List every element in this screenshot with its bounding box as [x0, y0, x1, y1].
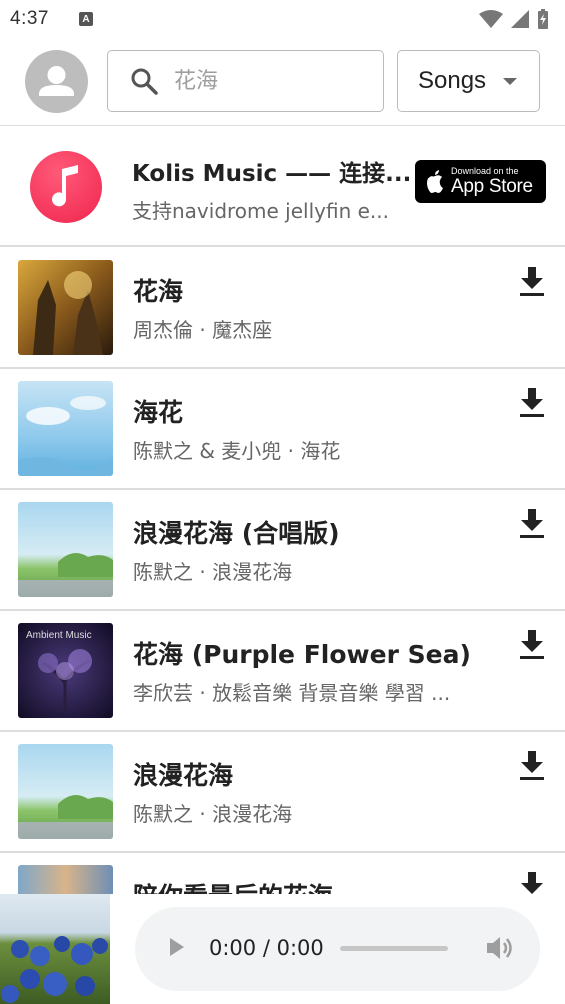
download-icon[interactable] [519, 388, 545, 418]
song-subtitle: 陈默之 · 浪漫花海 [133, 802, 293, 826]
song-title: 陪你看最后的花海 [133, 877, 333, 894]
wifi-icon [479, 10, 503, 28]
filter-select-value: Songs [418, 67, 487, 94]
search-icon [131, 68, 158, 95]
music-note-icon [52, 165, 78, 207]
app-store-big: App Store [451, 176, 533, 197]
bottom-player: 0:00 / 0:00 [0, 894, 565, 1004]
player-time: 0:00 / 0:00 [209, 936, 324, 960]
notification-icon: A [78, 12, 93, 26]
song-title: 花海 [133, 277, 184, 306]
app-icon [30, 151, 102, 223]
promo-banner[interactable]: Kolis Music —— 连接... 支持navidrome jellyfi… [0, 127, 565, 247]
song-subtitle: 陈默之 & 麦小兜 · 海花 [133, 439, 341, 463]
filter-select[interactable]: Songs [397, 50, 540, 112]
song-row[interactable]: 浪漫花海 (合唱版) 陈默之 · 浪漫花海 [0, 490, 565, 611]
song-subtitle: 周杰倫 · 魔杰座 [133, 318, 273, 342]
search-input[interactable] [174, 68, 354, 94]
song-row[interactable]: 花海 周杰倫 · 魔杰座 [0, 248, 565, 369]
promo-subtitle: 支持navidrome jellyfin e... [132, 199, 390, 223]
album-cover [18, 744, 113, 839]
app-store-text: Download on the App Store [451, 166, 533, 197]
audio-player: 0:00 / 0:00 [135, 907, 540, 991]
download-icon[interactable] [519, 751, 545, 781]
song-subtitle: 李欣芸 · 放鬆音樂 背景音樂 學習 ... [133, 681, 451, 705]
search-box[interactable] [107, 50, 384, 112]
song-subtitle: 陈默之 · 浪漫花海 [133, 560, 293, 584]
avatar[interactable] [25, 50, 88, 113]
volume-icon[interactable] [485, 935, 513, 961]
battery-icon [538, 9, 548, 29]
cell-signal-icon [511, 10, 529, 28]
top-bar: Songs [0, 38, 565, 126]
song-row[interactable]: 海花 陈默之 & 麦小兜 · 海花 [0, 369, 565, 490]
download-icon[interactable] [519, 267, 545, 297]
download-icon[interactable] [519, 509, 545, 539]
promo-title: Kolis Music —— 连接... [132, 161, 412, 187]
song-title: 浪漫花海 (合唱版) [133, 519, 340, 548]
now-playing-cover[interactable] [0, 894, 110, 1004]
apple-icon [427, 169, 443, 193]
album-cover [18, 502, 113, 597]
person-icon [39, 66, 74, 96]
status-time: 4:37 [10, 8, 49, 29]
song-row[interactable]: 陪你看最后的花海 [0, 853, 565, 894]
album-cover: Ambient Music [18, 623, 113, 718]
album-cover [18, 865, 113, 894]
caret-down-icon [503, 78, 517, 85]
status-icons [479, 9, 549, 29]
song-list: 花海 周杰倫 · 魔杰座 海花 陈默之 & 麦小兜 · 海花 浪漫花海 (合唱版… [0, 248, 565, 894]
download-icon[interactable] [519, 630, 545, 660]
app-store-badge[interactable]: Download on the App Store [415, 160, 546, 203]
status-bar: 4:37 A [0, 0, 565, 38]
download-icon[interactable] [519, 872, 545, 894]
progress-bar[interactable] [340, 946, 448, 951]
song-title: 浪漫花海 [133, 761, 234, 790]
song-title: 花海 (Purple Flower Sea) [133, 640, 471, 669]
album-cover [18, 260, 113, 355]
album-cover [18, 381, 113, 476]
song-row[interactable]: 浪漫花海 陈默之 · 浪漫花海 [0, 732, 565, 853]
song-row[interactable]: Ambient Music 花海 (Purple Flower Sea) 李欣芸… [0, 611, 565, 732]
cover-text: Ambient Music [26, 630, 92, 641]
play-icon[interactable] [170, 938, 184, 956]
song-title: 海花 [133, 398, 184, 427]
app-store-small: Download on the [451, 166, 519, 176]
